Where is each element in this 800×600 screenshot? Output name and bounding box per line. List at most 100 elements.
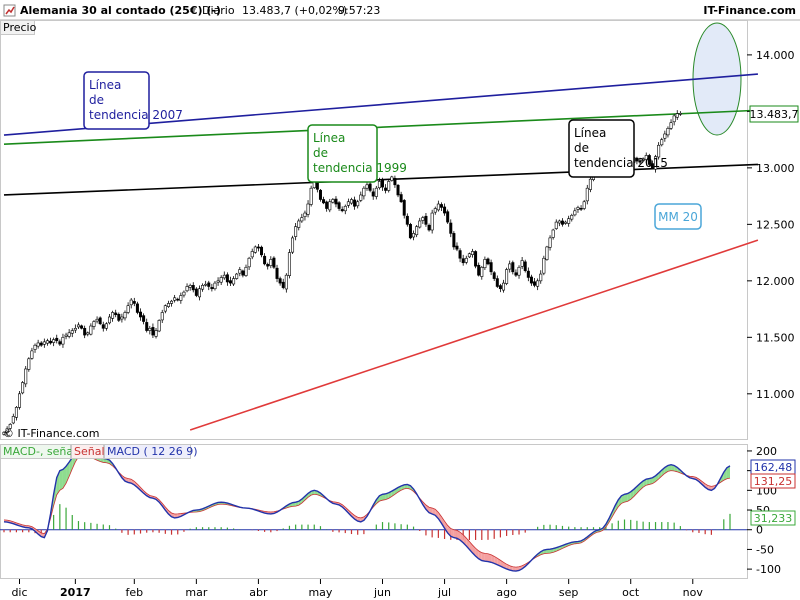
candle-body xyxy=(222,274,226,279)
candle-body xyxy=(238,269,242,274)
candle-body xyxy=(371,191,375,197)
candle-body xyxy=(588,178,592,190)
candle-body xyxy=(14,407,18,418)
x-tick-label: jun xyxy=(373,586,391,599)
candle-body xyxy=(210,287,214,290)
candle-body xyxy=(21,382,25,394)
x-axis: dic 2017 feb mar abr may jun jul ago sep oct nov xyxy=(11,579,703,599)
candle-body xyxy=(114,312,118,316)
candle-body xyxy=(464,257,468,263)
annotation-tl2007[interactable]: Línea de tendencia 2007 xyxy=(83,71,183,130)
candle-body xyxy=(67,332,71,337)
candle-body xyxy=(297,220,301,228)
instrument-title: Alemania 30 al contado (25€) (-) xyxy=(20,4,221,17)
candle-body xyxy=(154,330,158,337)
price-tick-label: 12.500 xyxy=(756,218,795,231)
candle-body xyxy=(415,226,419,236)
candle-body xyxy=(567,218,571,224)
x-tick-label: dic xyxy=(11,586,27,599)
x-tick-label: may xyxy=(308,586,332,599)
candle-body xyxy=(166,303,170,307)
candle-body xyxy=(80,325,84,329)
chart-svg: Alemania 30 al contado (25€) (-) Diario … xyxy=(0,0,800,599)
price-tick-label: 14.000 xyxy=(756,49,795,62)
candle-body xyxy=(241,270,245,276)
candle-body xyxy=(439,204,443,208)
candle-body xyxy=(253,246,257,253)
candle-body xyxy=(39,342,43,346)
macd-indicator xyxy=(0,448,747,572)
candle-body xyxy=(511,262,515,273)
candle-body xyxy=(470,251,474,255)
candle-body xyxy=(427,224,431,231)
candle-body xyxy=(489,262,493,273)
candle-body xyxy=(542,257,546,274)
candle-body xyxy=(132,301,136,304)
candle-body xyxy=(402,200,406,216)
macd-tick-label: 0 xyxy=(756,524,763,537)
instrument-icon[interactable] xyxy=(3,4,16,17)
candle-body xyxy=(377,181,381,189)
candle-body xyxy=(176,298,180,301)
signal-value-label: 131,25 xyxy=(754,475,793,488)
candle-body xyxy=(287,252,291,276)
candle-body xyxy=(539,273,543,282)
candle-body xyxy=(486,258,490,265)
candle-body xyxy=(526,270,530,278)
candle-body xyxy=(107,316,111,324)
candle-body xyxy=(111,312,115,319)
annotation-mm20[interactable]: MM 20 xyxy=(654,203,702,230)
candle-body xyxy=(318,189,322,200)
candle-body xyxy=(160,312,164,321)
candle-body xyxy=(502,282,506,291)
candle-body xyxy=(173,297,177,301)
candle-body xyxy=(55,337,59,342)
candle-body xyxy=(58,341,62,345)
candle-body xyxy=(157,320,161,332)
candle-body xyxy=(18,393,22,408)
candle-body xyxy=(337,202,341,209)
candle-body xyxy=(353,199,357,207)
signal-line xyxy=(3,454,731,568)
candle-body xyxy=(430,212,434,231)
candle-body xyxy=(278,278,282,284)
macd-fill-segment xyxy=(481,552,485,562)
annotation-tl1999[interactable]: Línea de tendencia 1999 xyxy=(307,124,407,183)
candle-body xyxy=(42,341,46,345)
candle-body xyxy=(585,187,589,202)
candle-body xyxy=(266,264,270,267)
candle-body xyxy=(393,177,397,186)
annotation-tl2015[interactable]: Línea de tendencia 2015 xyxy=(568,119,668,178)
candle-body xyxy=(368,183,372,191)
candle-body xyxy=(505,269,509,284)
price-tick-label: 11.000 xyxy=(756,388,795,401)
macd-value-label: 162,48 xyxy=(754,461,793,474)
candle-body xyxy=(399,194,403,203)
candle-body xyxy=(557,220,561,224)
candle-body xyxy=(359,194,363,201)
candle-body xyxy=(396,184,400,196)
price-panel-label: Precio xyxy=(3,21,37,34)
candle-body xyxy=(666,128,670,136)
candle-body xyxy=(514,272,518,276)
candle-body xyxy=(228,280,232,284)
candle-body xyxy=(669,122,673,129)
macd-legend: MACD-, señal Señal MACD ( 12 26 9) xyxy=(0,444,198,459)
candle-body xyxy=(191,285,195,291)
candle-body xyxy=(219,277,223,283)
candle-body xyxy=(343,205,347,212)
x-tick-label: ago xyxy=(496,586,517,599)
candle-body xyxy=(508,263,512,270)
candle-body xyxy=(135,303,139,313)
candle-body xyxy=(548,237,552,248)
candle-body xyxy=(412,233,416,238)
candle-body xyxy=(570,215,574,220)
candle-body xyxy=(421,217,425,221)
candle-body xyxy=(576,207,580,210)
candle-body xyxy=(573,210,577,216)
last-price-label: 13.483,7 xyxy=(750,108,799,121)
candle-body xyxy=(232,278,236,285)
candle-body xyxy=(73,327,77,331)
last-quote: 13.483,7 (+0,02%) xyxy=(242,4,347,17)
period-label: Diario xyxy=(202,4,235,17)
